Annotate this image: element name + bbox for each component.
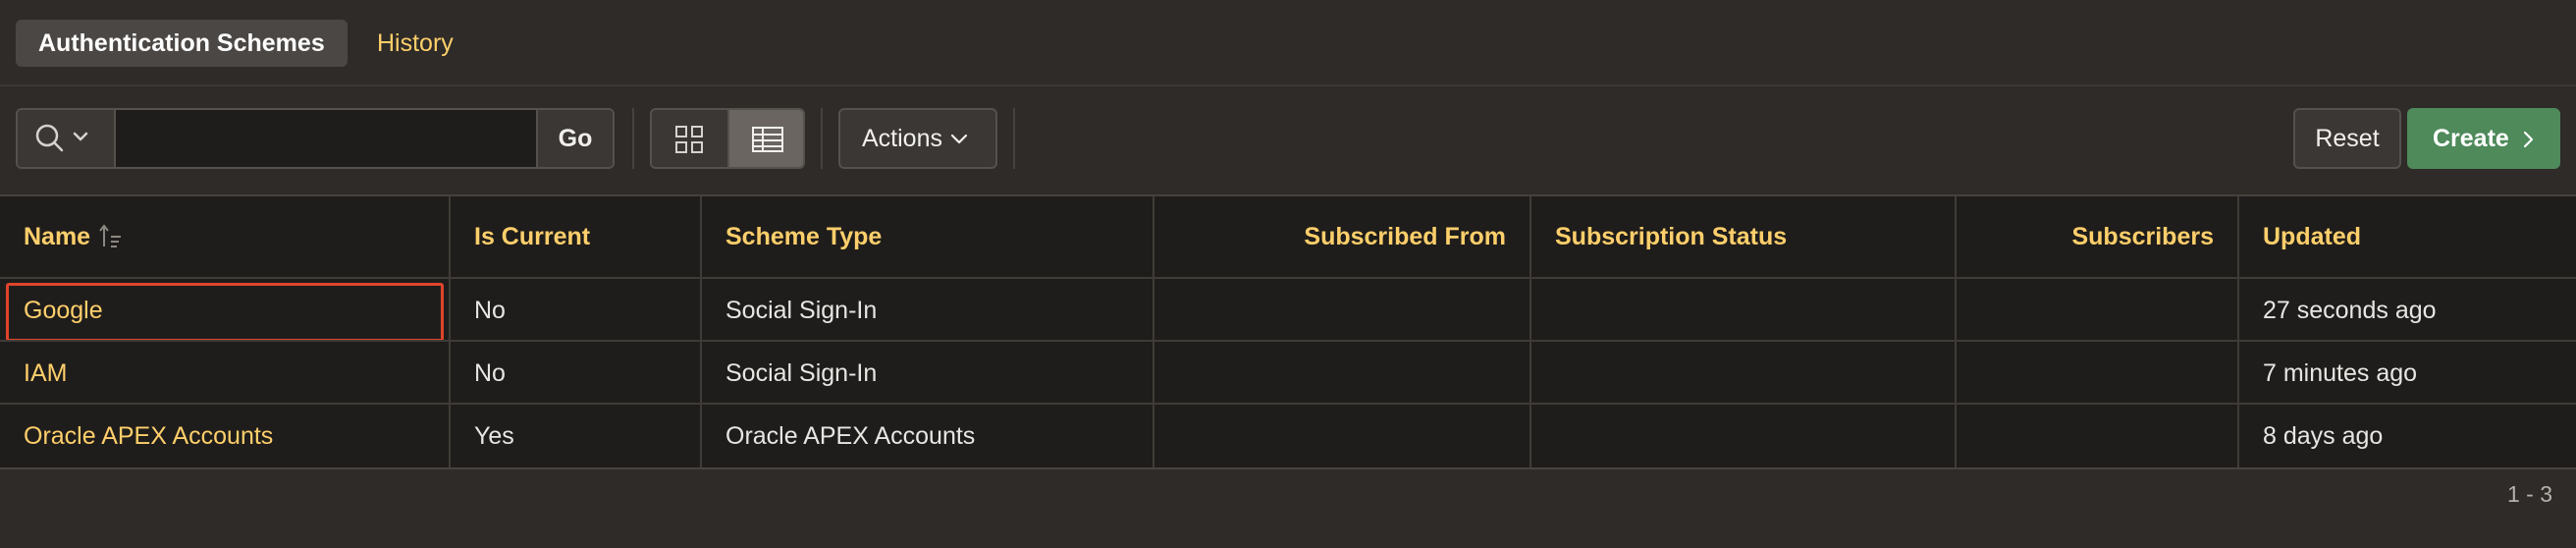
is-current-cell: No (451, 279, 702, 342)
scheme-link[interactable]: IAM (24, 359, 67, 388)
search-input[interactable] (116, 110, 556, 167)
subscribers-cell (1957, 342, 2239, 405)
column-header-name[interactable]: Name (0, 196, 451, 277)
name-cell: IAM (0, 342, 451, 405)
column-header-updated[interactable]: Updated (2239, 196, 2576, 277)
scheme-type-cell: Oracle APEX Accounts (702, 405, 1154, 467)
toolbar-divider (632, 108, 634, 169)
subscription-status-cell (1531, 405, 1957, 467)
scheme-link[interactable]: Oracle APEX Accounts (24, 422, 273, 451)
table-row: Google No Social Sign-In 27 seconds ago (0, 277, 2576, 342)
view-switcher (650, 108, 805, 169)
search-bar: Go (16, 108, 615, 169)
subscribers-cell (1957, 405, 2239, 467)
updated-cell: 27 seconds ago (2263, 296, 2437, 324)
toolbar-divider (821, 108, 823, 169)
icon-view-button[interactable] (652, 110, 727, 167)
actions-label: Actions (862, 125, 942, 152)
toolbar-divider (1013, 108, 1015, 169)
scheme-link[interactable]: Google (24, 297, 103, 325)
column-header-subscribers[interactable]: Subscribers (1957, 196, 2239, 277)
name-cell: Google (0, 279, 451, 342)
column-header-is-current[interactable]: Is Current (451, 196, 702, 277)
table-row: IAM No Social Sign-In 7 minutes ago (0, 340, 2576, 405)
report-view-icon (752, 127, 783, 152)
search-icon (35, 124, 88, 152)
report-toolbar: Go Actions Reset Create (0, 86, 2576, 194)
sort-ascending-icon (98, 223, 124, 250)
table-row: Oracle APEX Accounts Yes Oracle APEX Acc… (0, 403, 2576, 467)
authentication-schemes-table: Name Is Current Scheme Type Subscribed F… (0, 194, 2576, 469)
updated-cell: 8 days ago (2263, 421, 2384, 450)
name-cell: Oracle APEX Accounts (0, 405, 451, 467)
chevron-right-icon (2523, 131, 2534, 148)
subscribed-from-cell (1154, 279, 1531, 342)
chevron-down-icon (950, 134, 968, 144)
search-column-selector[interactable] (18, 110, 116, 167)
pagination-range: 1 - 3 (2506, 481, 2552, 507)
updated-cell: 7 minutes ago (2263, 358, 2418, 387)
subscribers-cell (1957, 279, 2239, 342)
is-current-cell: No (451, 342, 702, 405)
column-header-subscription-status[interactable]: Subscription Status (1531, 196, 1957, 277)
create-label: Create (2433, 125, 2509, 152)
subscribed-from-cell (1154, 342, 1531, 405)
subscription-status-cell (1531, 342, 1957, 405)
go-button[interactable]: Go (536, 110, 613, 167)
scheme-type-cell: Social Sign-In (702, 342, 1154, 405)
table-header-row: Name Is Current Scheme Type Subscribed F… (0, 196, 2576, 277)
create-button[interactable]: Create (2407, 108, 2560, 169)
reset-button[interactable]: Reset (2293, 108, 2401, 169)
tab-authentication-schemes[interactable]: Authentication Schemes (16, 20, 348, 67)
is-current-cell: Yes (451, 405, 702, 467)
column-header-scheme-type[interactable]: Scheme Type (702, 196, 1154, 277)
tab-history[interactable]: History (354, 20, 476, 67)
subscribed-from-cell (1154, 405, 1531, 467)
column-header-subscribed-from[interactable]: Subscribed From (1154, 196, 1531, 277)
subscription-status-cell (1531, 279, 1957, 342)
grid-view-icon (675, 126, 703, 153)
actions-menu-button[interactable]: Actions (838, 108, 997, 169)
scheme-type-cell: Social Sign-In (702, 279, 1154, 342)
report-view-button[interactable] (727, 110, 803, 167)
tab-bar: Authentication Schemes History (0, 0, 2576, 86)
